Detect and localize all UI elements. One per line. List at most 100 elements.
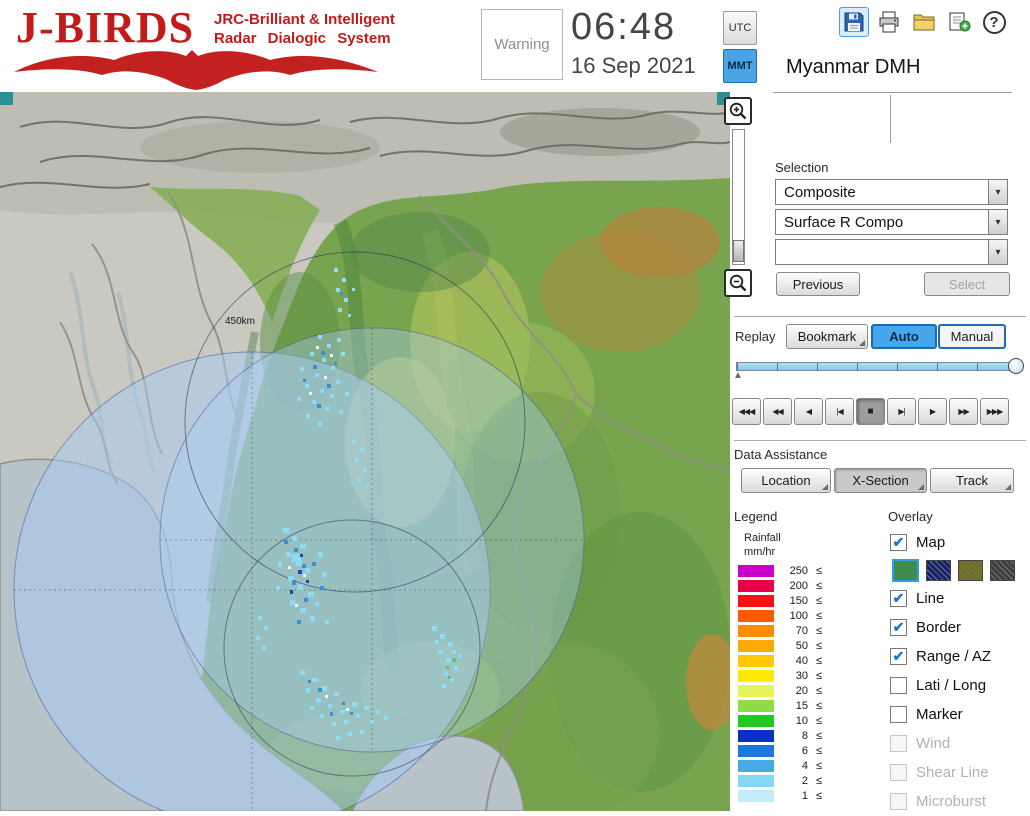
data-assistance-label: Data Assistance <box>734 447 827 462</box>
legend-lte-symbol: ≤ <box>816 790 822 802</box>
timeline-start-marker: ▲ <box>733 370 743 381</box>
previous-button[interactable]: Previous <box>776 272 860 296</box>
legend-quantity: Rainfall <box>744 532 781 544</box>
print-icon <box>877 11 901 33</box>
overlay-item-marker[interactable]: Marker <box>890 700 1030 729</box>
product-dropdown[interactable]: Surface R Compo ▾ <box>775 209 1008 235</box>
chevron-down-icon[interactable]: ▾ <box>988 240 1007 264</box>
clock-date: 16 Sep 2021 <box>571 53 696 79</box>
playback-stop-button[interactable]: ■ <box>856 398 885 425</box>
chevron-down-icon[interactable]: ▾ <box>988 210 1007 234</box>
checkbox-icon[interactable]: ✔ <box>890 534 907 551</box>
map-style-swatch[interactable] <box>990 560 1015 581</box>
overlay-item-label: Border <box>916 619 961 636</box>
overlay-item-label: Lati / Long <box>916 677 986 694</box>
legend-entry: 250≤ <box>738 563 868 578</box>
zoom-slider[interactable] <box>732 129 745 265</box>
composite-dropdown[interactable]: Composite ▾ <box>775 179 1008 205</box>
legend-lte-symbol: ≤ <box>816 760 822 772</box>
playback-play-button[interactable]: ▶ <box>918 398 947 425</box>
select-button[interactable]: Select <box>924 272 1010 296</box>
manual-button[interactable]: Manual <box>938 324 1006 349</box>
replay-timeline-slider[interactable] <box>736 362 1022 371</box>
x-section-button[interactable]: X-Section <box>834 468 927 493</box>
zoom-out-button[interactable] <box>724 269 752 297</box>
legend-value: 30 <box>782 670 808 682</box>
print-button[interactable] <box>874 7 904 37</box>
chevron-down-icon[interactable]: ▾ <box>988 180 1007 204</box>
overlay-item-map[interactable]: ✔ Map <box>890 528 1030 557</box>
open-folder-button[interactable] <box>909 7 939 37</box>
legend-lte-symbol: ≤ <box>816 730 822 742</box>
map-style-swatch[interactable] <box>958 560 983 581</box>
radar-map[interactable]: 450km <box>0 92 730 811</box>
selection-label: Selection <box>775 160 828 175</box>
legend-value: 40 <box>782 655 808 667</box>
utc-button[interactable]: UTC <box>723 11 757 45</box>
playback-skip-start-button[interactable]: ◀◀◀ <box>732 398 761 425</box>
checkbox-icon[interactable]: ✔ <box>890 590 907 607</box>
playback-fast-rewind-button[interactable]: ◀◀ <box>763 398 792 425</box>
bookmark-button[interactable]: Bookmark <box>786 324 868 349</box>
playback-fast-forward-button[interactable]: ▶▶ <box>949 398 978 425</box>
legend-entry: 30≤ <box>738 668 868 683</box>
option-dropdown[interactable]: ▾ <box>775 239 1008 265</box>
overlay-item-microburst[interactable]: Microburst <box>890 787 1030 816</box>
legend-lte-symbol: ≤ <box>816 655 822 667</box>
auto-button[interactable]: Auto <box>871 324 937 349</box>
legend-value: 1 <box>782 790 808 802</box>
map-image <box>0 92 730 811</box>
playback-step-back-button[interactable]: ◀ <box>794 398 823 425</box>
legend-lte-symbol: ≤ <box>816 685 822 697</box>
legend-lte-symbol: ≤ <box>816 595 822 607</box>
zoom-out-icon <box>728 273 748 293</box>
legend-lte-symbol: ≤ <box>816 610 822 622</box>
overlay-item-label: Map <box>916 534 945 551</box>
checkbox-icon[interactable] <box>890 793 907 810</box>
overlay-item-shear-line[interactable]: Shear Line <box>890 758 1030 787</box>
map-style-swatch[interactable] <box>926 560 951 581</box>
warning-label: Warning <box>494 36 549 53</box>
checkbox-icon[interactable] <box>890 706 907 723</box>
legend-value: 150 <box>782 595 808 607</box>
overlay-item-lati-long[interactable]: Lati / Long <box>890 671 1030 700</box>
checkbox-icon[interactable] <box>890 764 907 781</box>
overlay-item-range-az[interactable]: ✔Range / AZ <box>890 642 1030 671</box>
save-button[interactable] <box>839 7 869 37</box>
legend-lte-symbol: ≤ <box>816 775 822 787</box>
legend-entry: 10≤ <box>738 713 868 728</box>
legend-color-swatch <box>738 760 774 772</box>
timeline-thumb[interactable] <box>1008 358 1024 374</box>
overlay-item-label: Marker <box>916 706 963 723</box>
overlay-item-wind[interactable]: Wind <box>890 729 1030 758</box>
playback-prev-frame-button[interactable]: |◀ <box>825 398 854 425</box>
map-style-swatch[interactable] <box>892 559 919 582</box>
checkbox-icon[interactable] <box>890 735 907 752</box>
org-name: Myanmar DMH <box>786 56 920 79</box>
divider <box>773 92 1012 93</box>
legend-value: 15 <box>782 700 808 712</box>
legend-entry: 70≤ <box>738 623 868 638</box>
overlay-item-border[interactable]: ✔ Border <box>890 613 1030 642</box>
help-button[interactable]: ? <box>979 7 1009 37</box>
add-data-button[interactable] <box>944 7 974 37</box>
overlay-item-line[interactable]: ✔Line <box>890 584 1030 613</box>
dropdown-value: Composite <box>776 184 988 201</box>
save-icon <box>843 11 865 33</box>
location-button[interactable]: Location <box>741 468 831 493</box>
legend-lte-symbol: ≤ <box>816 580 822 592</box>
legend-value: 8 <box>782 730 808 742</box>
playback-next-frame-button[interactable]: ▶| <box>887 398 916 425</box>
track-button[interactable]: Track <box>930 468 1014 493</box>
checkbox-icon[interactable] <box>890 677 907 694</box>
mmt-button[interactable]: MMT <box>723 49 757 83</box>
overlay-item-label: Microburst <box>916 793 986 810</box>
playback-skip-end-button[interactable]: ▶▶▶ <box>980 398 1009 425</box>
checkbox-icon[interactable]: ✔ <box>890 619 907 636</box>
legend-entry: 8≤ <box>738 728 868 743</box>
checkbox-icon[interactable]: ✔ <box>890 648 907 665</box>
zoom-in-button[interactable] <box>724 97 752 125</box>
legend-entry: 150 ≤ <box>738 593 868 608</box>
zoom-slider-thumb[interactable] <box>733 240 744 262</box>
legend-entry: 20≤ <box>738 683 868 698</box>
